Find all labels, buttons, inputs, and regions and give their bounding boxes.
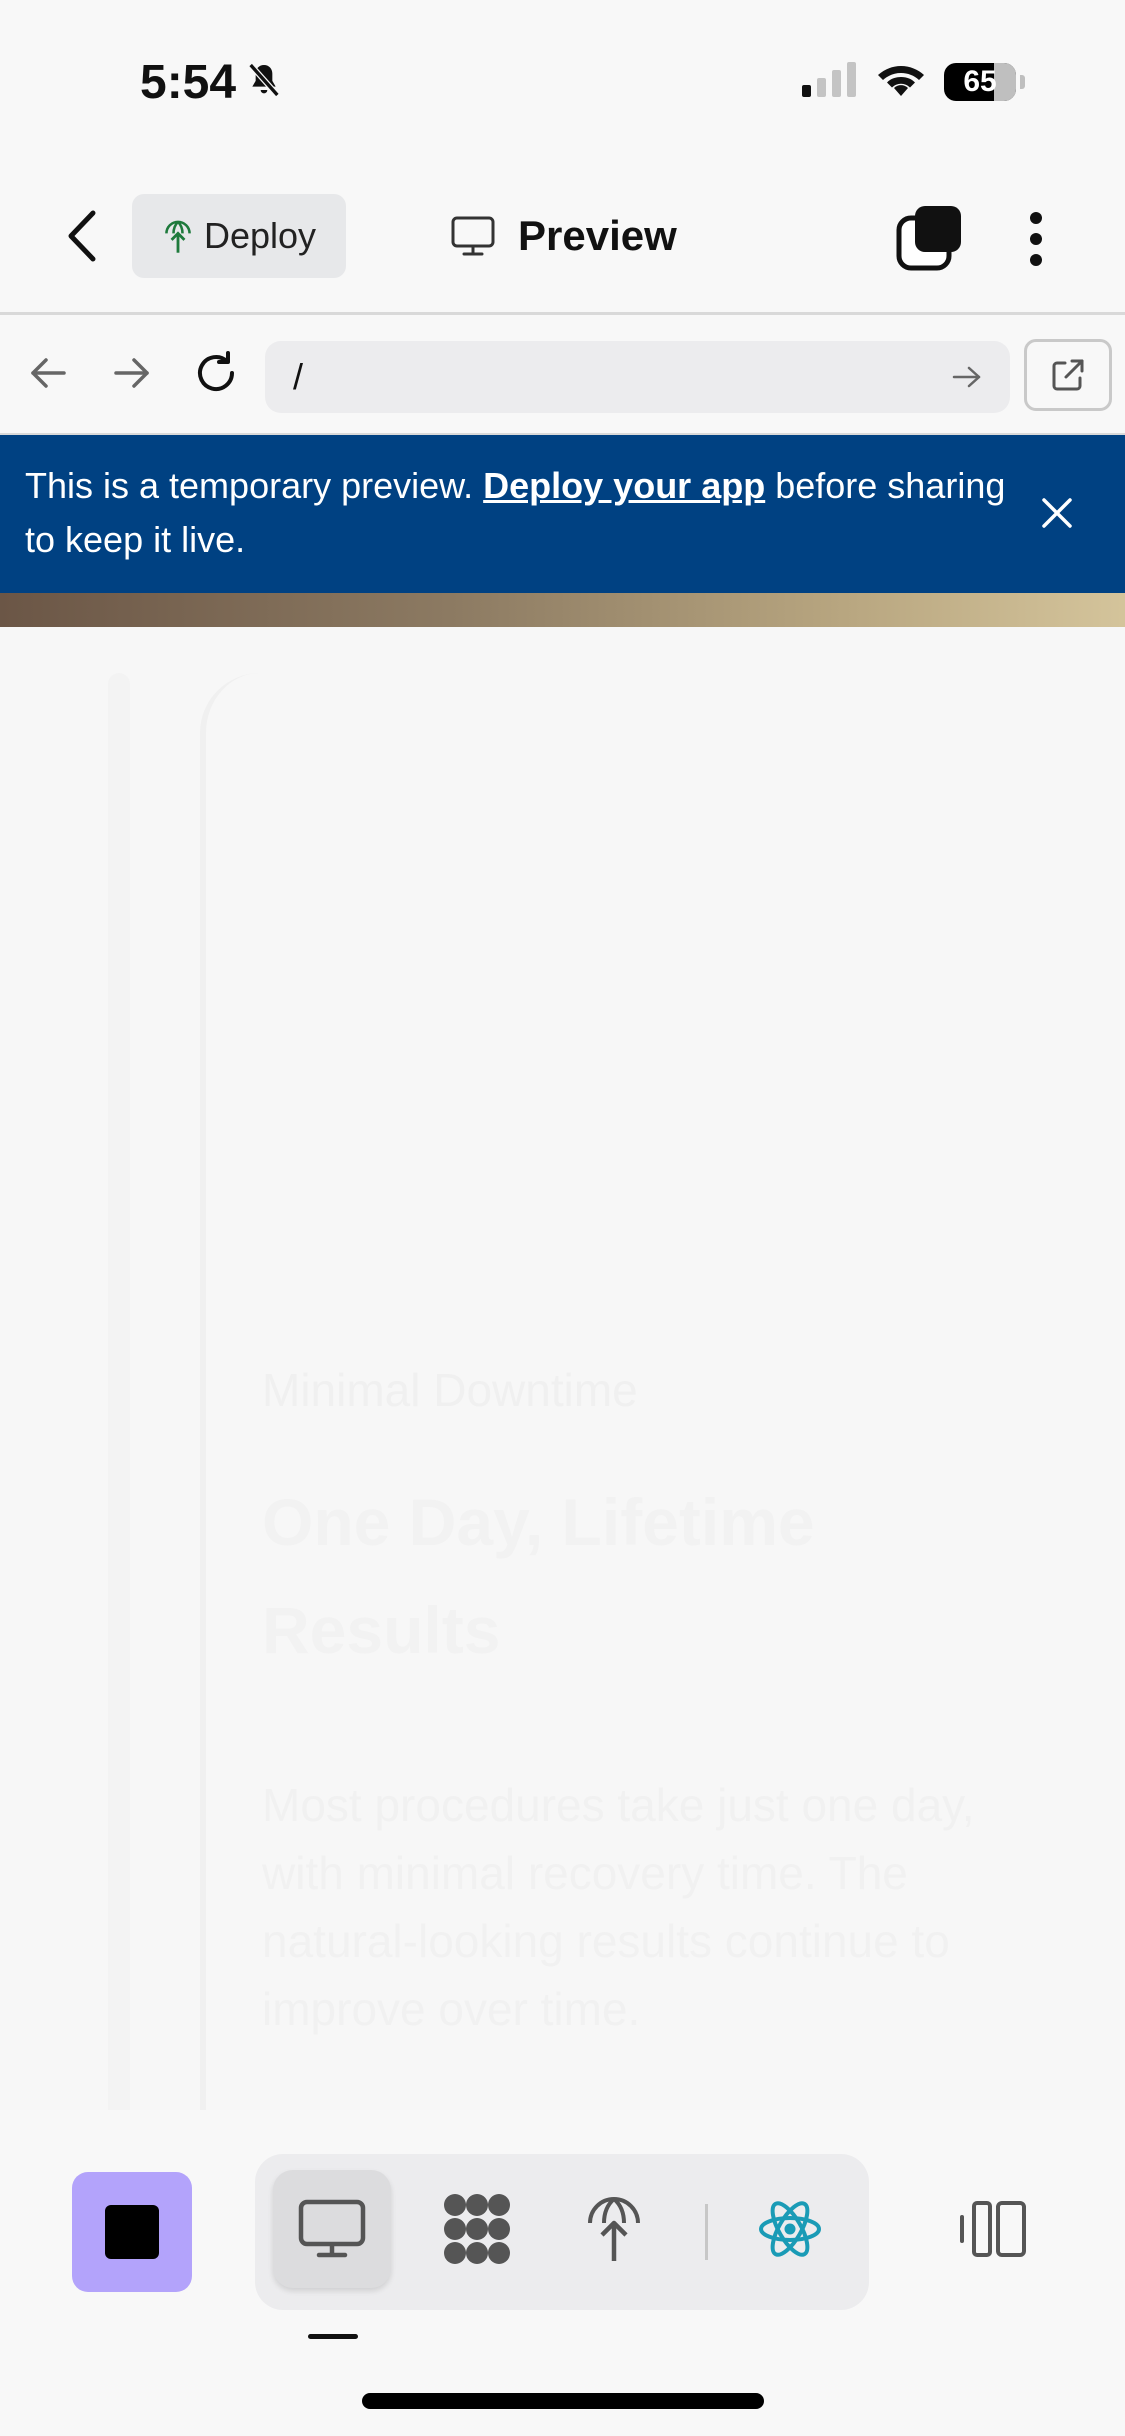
hero-title: One Day, Lifetime Results [262,1485,815,1667]
battery-tip [1020,74,1025,89]
more-options-button[interactable] [1016,204,1056,274]
bell-slash-icon [244,60,284,105]
active-tab-indicator [308,2334,358,2339]
status-icons: 65 [802,60,1025,103]
browser-url-bar: / [0,315,1125,436]
view-switcher [255,2154,869,2310]
more-dot [1030,233,1042,245]
reload-button[interactable] [186,343,246,403]
banner-text-before: This is a temporary preview. [25,465,484,506]
banner-close-button[interactable] [1027,483,1087,543]
close-icon [1042,498,1072,528]
arrow-right-icon [114,358,149,388]
split-view-button[interactable] [955,2196,1031,2262]
temporary-preview-banner: This is a temporary preview. Deploy your… [0,435,1125,593]
stop-button[interactable] [72,2172,192,2292]
preview-view-button[interactable] [273,2170,391,2288]
hero-eyebrow: Minimal Downtime [262,1364,638,1416]
monitor-icon [451,216,495,256]
back-button[interactable] [52,202,112,270]
deploy-label: Deploy [203,215,317,256]
signal-icon [802,61,858,102]
battery-icon: 65 [944,62,1016,101]
browser-forward-button[interactable] [102,343,162,403]
header-gradient-strip [0,593,1125,627]
deploy-app-link[interactable]: Deploy your app [483,465,765,506]
preview-content[interactable]: Minimal Downtime One Day, Lifetime Resul… [0,593,1125,2110]
workspace-icon [444,2194,510,2264]
preview-label: Preview [518,212,677,259]
bottom-toolbar [0,2110,1125,2436]
go-arrow-icon[interactable] [952,364,982,390]
deploy-icon [588,2197,640,2261]
url-input[interactable]: / [265,341,1010,413]
status-bar: 5:54 65 [0,0,1125,160]
tabs-button[interactable] [895,204,965,274]
monitor-icon [298,2199,366,2258]
deploy-view-button[interactable] [555,2170,673,2288]
more-dot [1030,254,1042,266]
app-header: Deploy Preview [0,160,1125,315]
wifi-icon [876,60,926,103]
tabs-icon [896,206,961,271]
battery-level: 65 [963,64,997,98]
hero-body: Most procedures take just one day, with … [262,1779,975,2035]
react-view-button[interactable] [731,2170,849,2288]
url-text: / [293,356,304,397]
open-external-button[interactable] [1024,339,1112,411]
browser-back-button[interactable] [18,343,78,403]
status-time: 5:54 [140,55,237,109]
react-icon [759,2201,821,2257]
more-dot [1030,212,1042,224]
deploy-icon [165,220,191,253]
deploy-button[interactable]: Deploy [132,194,346,278]
preview-tab[interactable]: Preview [450,194,677,278]
split-view-icon [960,2201,1026,2257]
chevron-left-icon [68,210,96,262]
workspace-view-button[interactable] [418,2170,536,2288]
arrow-left-icon [31,358,66,388]
reload-icon [198,351,234,391]
home-indicator [362,2393,764,2409]
status-time-group: 5:54 [140,52,284,112]
stop-icon [105,2205,159,2259]
toolbar-divider [705,2204,708,2260]
decorative-pillar [108,673,130,2110]
external-link-icon [1052,359,1084,391]
